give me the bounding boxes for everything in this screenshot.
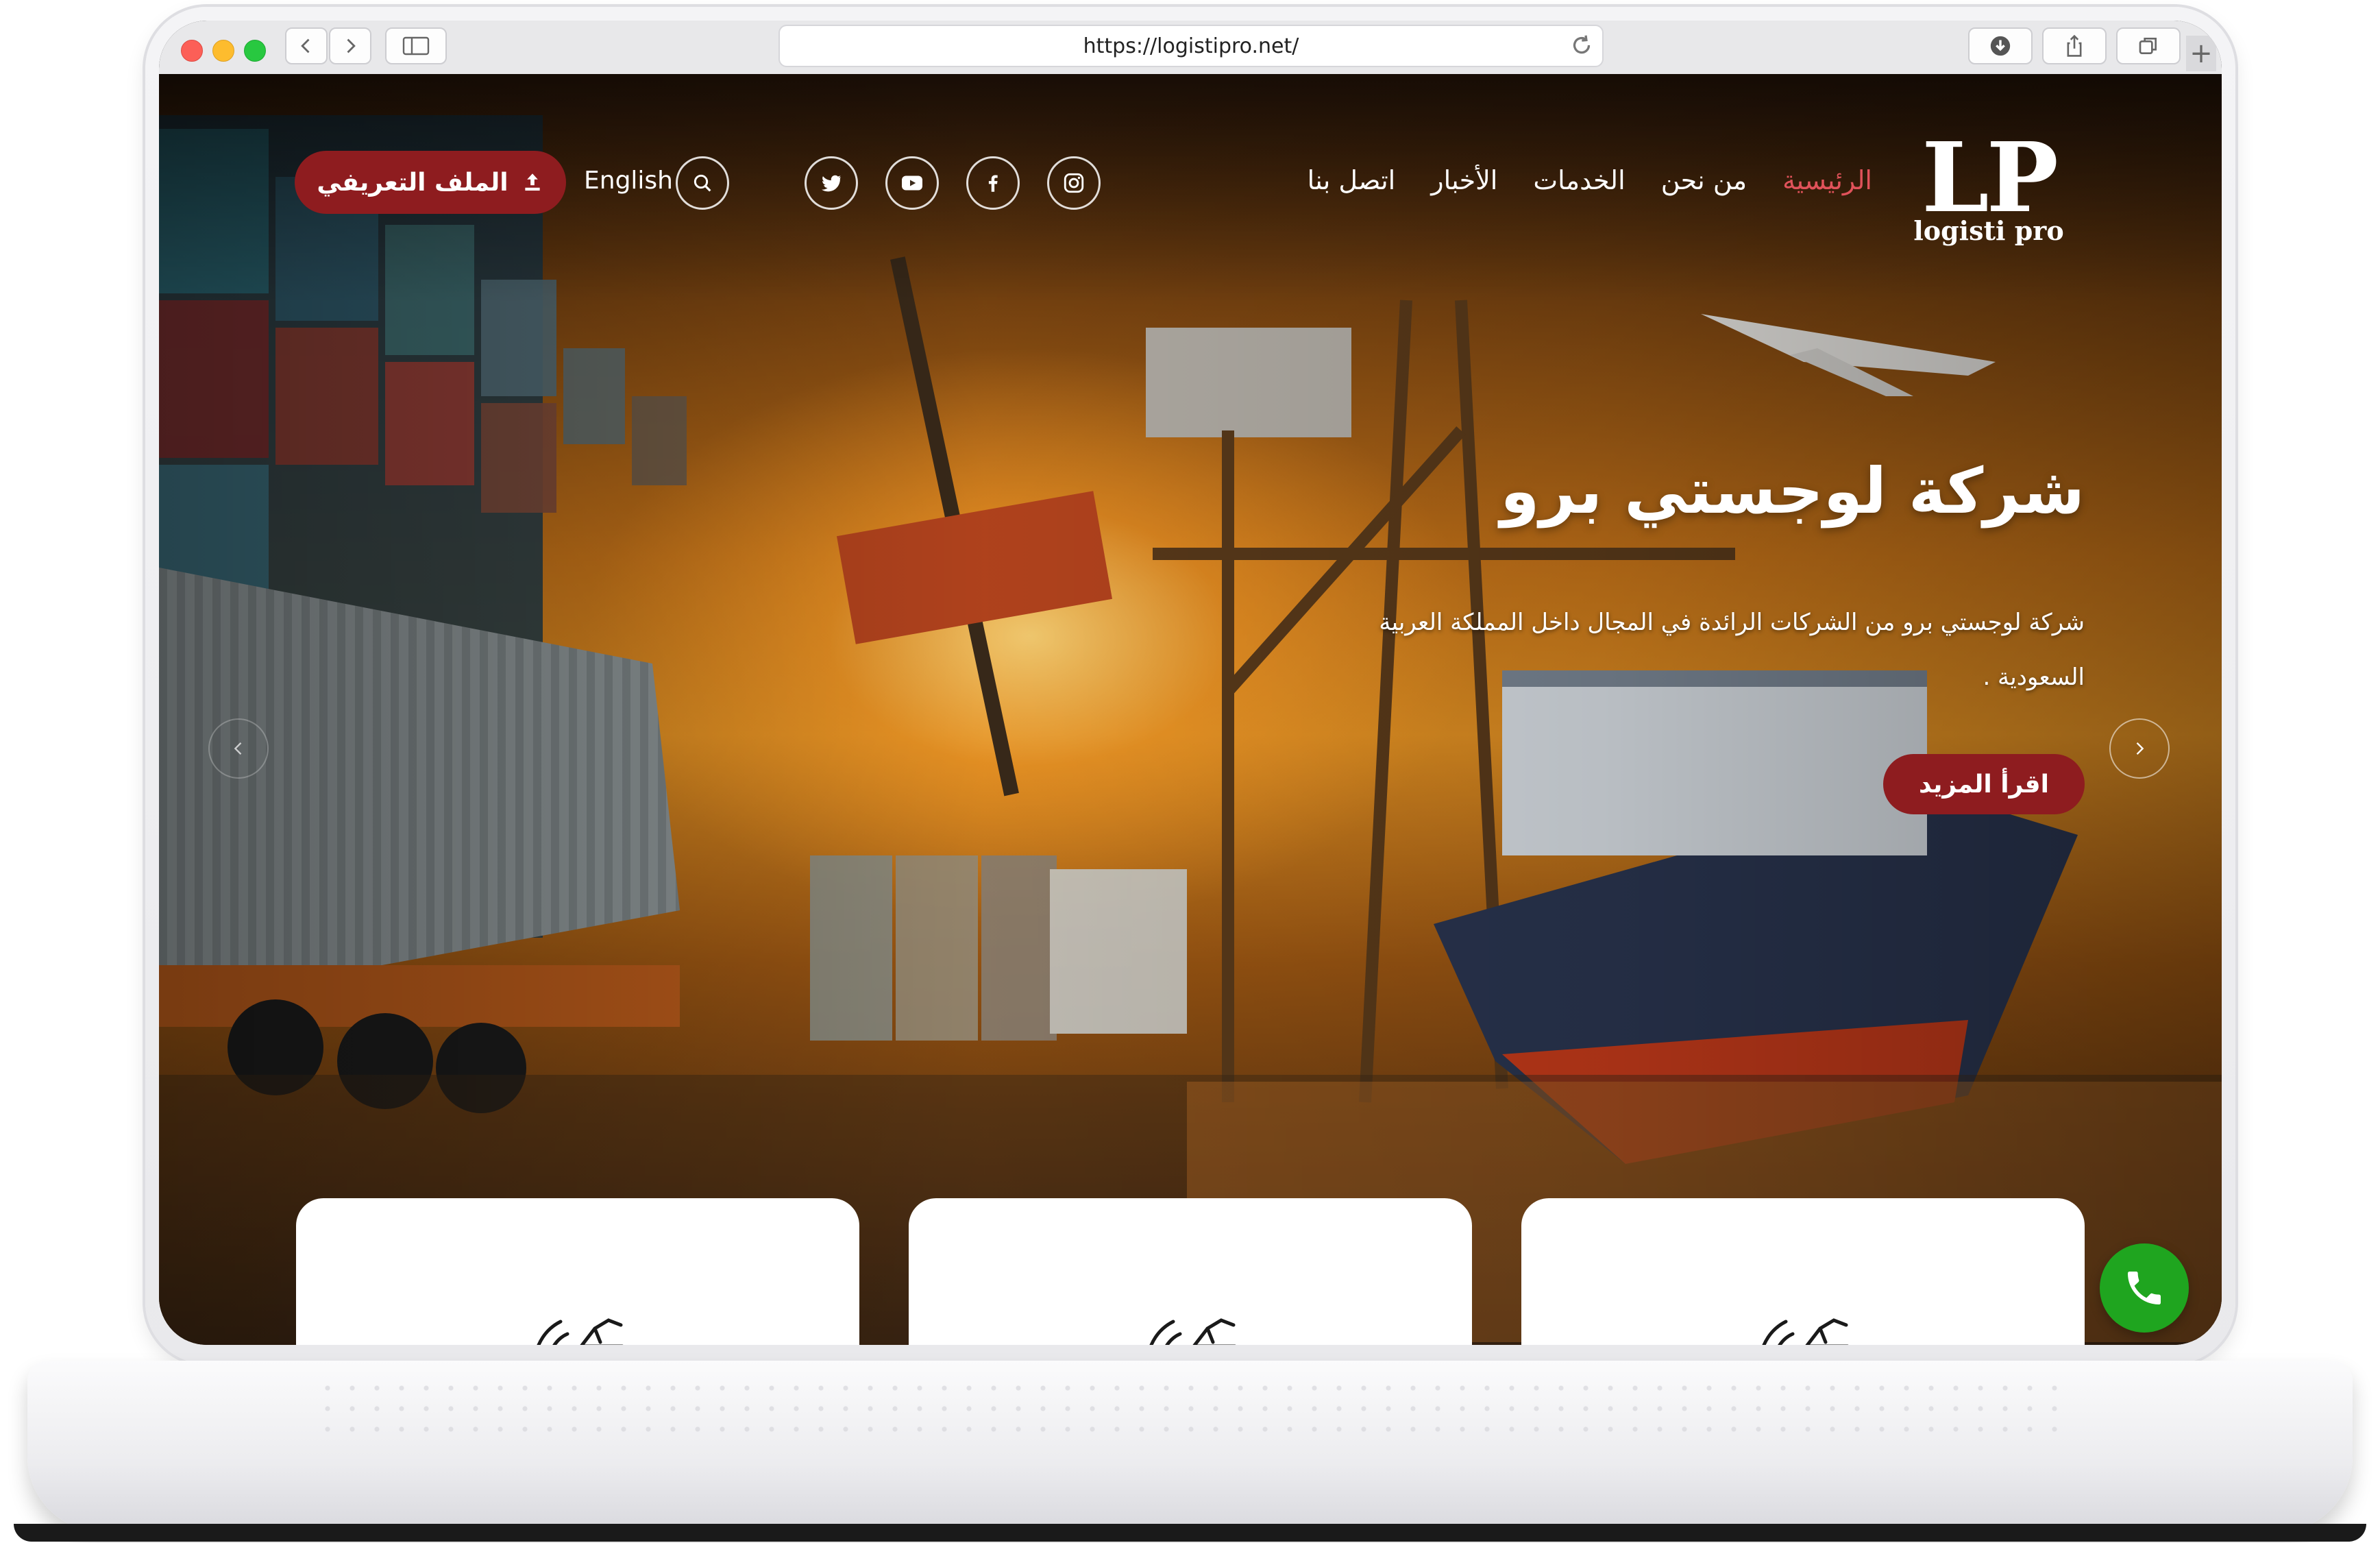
main-navigation: الرئيسية من نحن الخدمات الأخبار اتصل بنا	[1308, 160, 1872, 201]
nav-about[interactable]: من نحن	[1661, 165, 1747, 195]
forward-button[interactable]	[329, 27, 371, 64]
call-button[interactable]	[2100, 1243, 2189, 1333]
hero-description: شركة لوجستي برو من الشركات الرائدة في ال…	[1379, 609, 2085, 691]
company-profile-button[interactable]: الملف التعريفي	[295, 151, 566, 214]
youtube-link[interactable]	[885, 156, 939, 210]
slider-next-button[interactable]	[2109, 718, 2170, 779]
company-profile-label: الملف التعريفي	[317, 168, 508, 197]
chevron-left-icon	[234, 742, 242, 755]
handshake-icon	[1149, 1318, 1236, 1345]
tabs-overview-button[interactable]	[2116, 27, 2181, 64]
url-bar[interactable]: https://logistipro.net/	[778, 25, 1604, 67]
new-tab-button[interactable]: +	[2186, 36, 2216, 71]
hero-title: شركة لوجستي برو	[1500, 454, 2085, 528]
nav-services[interactable]: الخدمات	[1533, 165, 1625, 195]
url-text: https://logistipro.net/	[1083, 34, 1299, 58]
laptop-base-shadow	[14, 1524, 2366, 1542]
download-icon	[1990, 36, 2011, 56]
chevron-right-icon	[347, 38, 356, 53]
feature-card[interactable]	[296, 1198, 859, 1345]
reload-icon[interactable]	[1569, 33, 1594, 58]
language-switch[interactable]: English	[584, 167, 673, 195]
share-icon	[2067, 34, 2082, 57]
share-button[interactable]	[2042, 27, 2107, 64]
tabs-icon	[2139, 38, 2157, 54]
upload-icon	[524, 173, 540, 191]
hero-section: LP logisti pro الرئيسية من نحن الخدمات ا…	[159, 74, 2222, 1345]
slider-prev-button[interactable]	[208, 718, 269, 779]
keyboard-texture	[315, 1378, 2070, 1439]
instagram-link[interactable]	[1047, 156, 1101, 210]
back-button[interactable]	[285, 27, 328, 64]
handshake-icon	[537, 1318, 624, 1345]
browser-toolbar: https://logistipro.net/ +	[159, 21, 2222, 75]
chevron-right-icon	[2136, 742, 2144, 755]
twitter-icon	[821, 175, 842, 192]
sidebar-icon	[402, 36, 430, 56]
site-logo[interactable]: LP logisti pro	[1913, 122, 2064, 246]
search-icon	[694, 174, 711, 192]
youtube-icon	[902, 175, 922, 191]
chevron-left-icon	[301, 38, 310, 53]
laptop-base	[14, 1361, 2366, 1542]
nav-news[interactable]: الأخبار	[1431, 165, 1497, 195]
logo-mark: LP	[1922, 122, 2059, 234]
instagram-icon	[1064, 173, 1084, 193]
phone-icon	[2128, 1272, 2161, 1304]
nav-contact[interactable]: اتصل بنا	[1308, 165, 1396, 195]
handshake-icon	[1762, 1318, 1849, 1345]
laptop-screen: https://logistipro.net/ + LP logisti pro…	[159, 21, 2222, 1345]
downloads-button[interactable]	[1968, 27, 2033, 64]
read-more-button[interactable]: اقرأ المزيد	[1883, 754, 2085, 814]
logo-subtitle: logisti pro	[1913, 215, 2064, 246]
search-button[interactable]	[676, 156, 729, 210]
facebook-link[interactable]	[966, 156, 1020, 210]
maximize-window-button[interactable]	[244, 40, 266, 62]
feature-card[interactable]	[1521, 1198, 2085, 1345]
minimize-window-button[interactable]	[212, 40, 234, 62]
twitter-link[interactable]	[805, 156, 858, 210]
facebook-icon	[988, 175, 998, 192]
close-window-button[interactable]	[181, 40, 203, 62]
hero-overlay	[159, 74, 2222, 1345]
sidebar-toggle-button[interactable]	[385, 27, 447, 64]
nav-home[interactable]: الرئيسية	[1782, 165, 1872, 195]
feature-card[interactable]	[909, 1198, 1472, 1345]
